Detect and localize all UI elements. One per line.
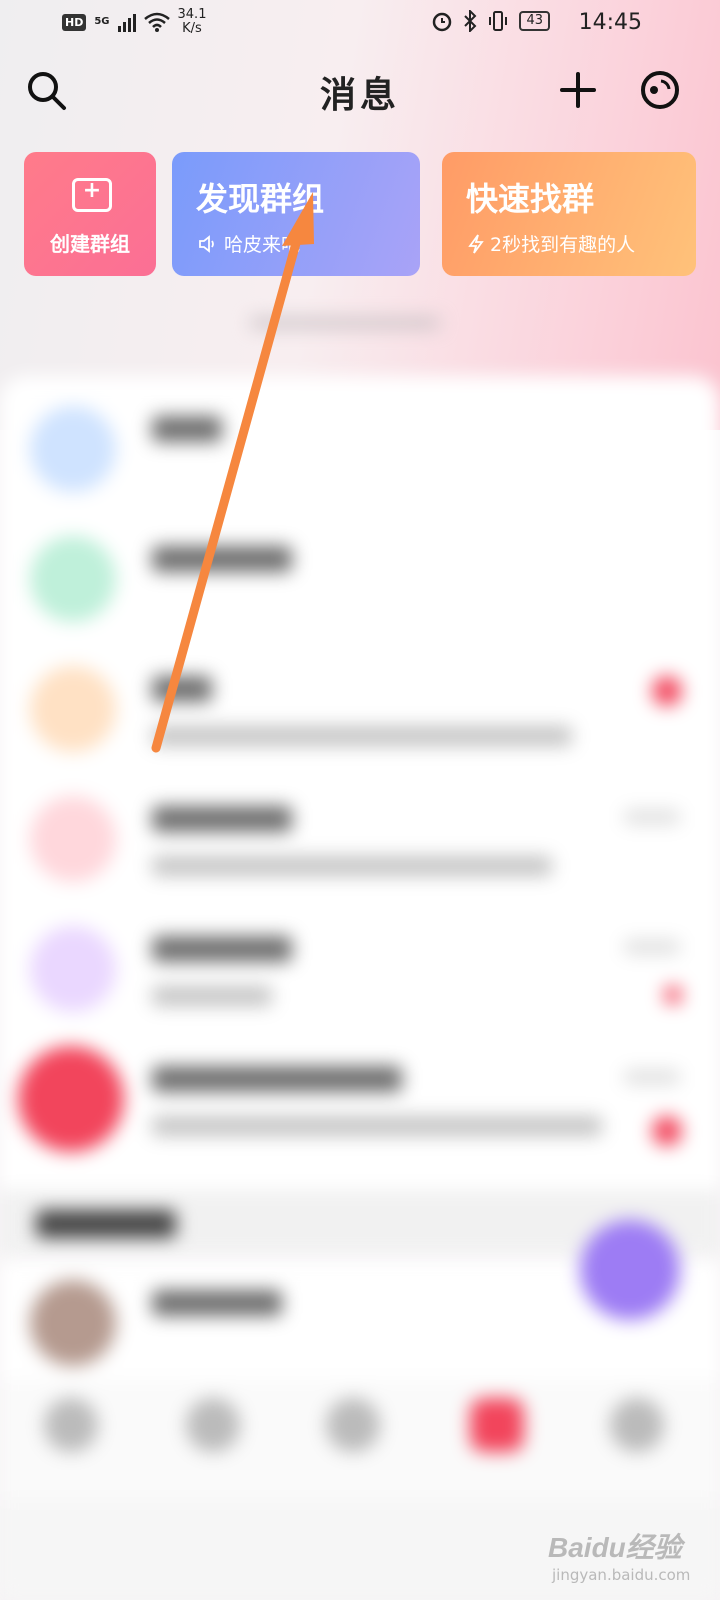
baidu-watermark: Baidu经验 jingyan.baidu.com	[548, 1526, 690, 1584]
plus-icon[interactable]	[556, 68, 600, 112]
tab-item[interactable]	[186, 1398, 240, 1452]
row-message-placeholder	[152, 1116, 602, 1136]
tab-item[interactable]	[610, 1398, 664, 1452]
vibrate-icon	[489, 11, 508, 31]
tab-item[interactable]	[326, 1398, 380, 1452]
status-bar: HD 5G 34.1 K/s 43 14:45	[0, 0, 720, 48]
row-time-placeholder	[624, 810, 680, 824]
row-name-placeholder	[152, 676, 212, 702]
blurred-message-list	[0, 300, 720, 1600]
quick-find-subtitle-row: 2秒找到有趣的人	[468, 230, 635, 257]
discover-groups-subtitle-row: 哈皮来吧	[198, 230, 300, 257]
row-name-placeholder	[152, 546, 292, 572]
speed-value: 34.1	[177, 7, 207, 22]
list-item[interactable]	[0, 776, 720, 906]
wifi-icon	[143, 12, 170, 32]
discover-groups-subtitle: 哈皮来吧	[224, 234, 301, 256]
avatar	[30, 536, 116, 622]
status-left: HD 5G 34.1 K/s	[62, 8, 206, 36]
unread-badge	[652, 1116, 682, 1146]
avatar	[30, 796, 116, 882]
tab-item[interactable]	[44, 1398, 98, 1452]
network-type: 5G	[94, 16, 110, 27]
status-right: 43	[431, 10, 550, 32]
row-name-placeholder	[152, 1066, 402, 1092]
tab-item[interactable]	[470, 1398, 524, 1452]
row-time-placeholder	[624, 940, 680, 954]
discover-groups-title: 发现群组	[196, 180, 325, 218]
avatar	[30, 1280, 116, 1366]
lightning-icon	[468, 233, 484, 254]
alarm-icon	[433, 12, 452, 32]
list-item[interactable]	[0, 516, 720, 646]
quick-find-subtitle: 2秒找到有趣的人	[490, 234, 636, 256]
row-name-placeholder	[152, 806, 292, 832]
list-item[interactable]	[0, 1036, 720, 1166]
clock: 14:45	[578, 10, 642, 35]
row-time-placeholder	[624, 1070, 680, 1084]
list-item[interactable]	[0, 646, 720, 776]
create-group-card[interactable]: 创建群组	[24, 152, 156, 276]
watermark-brand: Baidu经验	[548, 1532, 682, 1563]
avatar	[30, 926, 116, 1012]
row-message-placeholder	[152, 986, 272, 1006]
row-name-placeholder	[152, 1290, 282, 1316]
list-item[interactable]	[0, 906, 720, 1036]
avatar	[18, 1046, 124, 1152]
speaker-icon	[199, 234, 214, 253]
network-speed: 34.1 K/s	[178, 8, 207, 36]
list-item[interactable]	[0, 386, 720, 516]
avatar	[30, 666, 116, 752]
row-message-placeholder	[152, 856, 552, 876]
message-plus-icon	[72, 178, 112, 212]
row-name-placeholder	[152, 936, 292, 962]
watermark-url: jingyan.baidu.com	[552, 1566, 691, 1584]
discover-groups-card[interactable]: 发现群组 哈皮来吧	[172, 152, 420, 276]
unread-badge	[652, 676, 682, 706]
blurred-hint	[250, 318, 440, 328]
bottom-tab-bar	[0, 1380, 720, 1500]
avatar	[30, 406, 116, 492]
floating-button[interactable]	[580, 1220, 680, 1320]
row-message-placeholder	[152, 726, 572, 746]
row-name-placeholder	[152, 416, 222, 442]
quick-find-card[interactable]: 快速找群 2秒找到有趣的人	[442, 152, 696, 276]
bluetooth-icon	[464, 10, 477, 32]
signal-icon	[117, 12, 136, 32]
hd-badge: HD	[62, 13, 87, 31]
quick-find-title: 快速找群	[466, 180, 595, 218]
page-title: 消息	[319, 74, 400, 116]
conversation-list	[0, 376, 720, 1196]
unread-dot	[664, 986, 682, 1004]
speed-unit: K/s	[182, 21, 202, 36]
circle-dot-icon[interactable]	[638, 68, 682, 112]
battery-indicator: 43	[519, 11, 550, 31]
create-group-label: 创建群组	[50, 232, 130, 256]
